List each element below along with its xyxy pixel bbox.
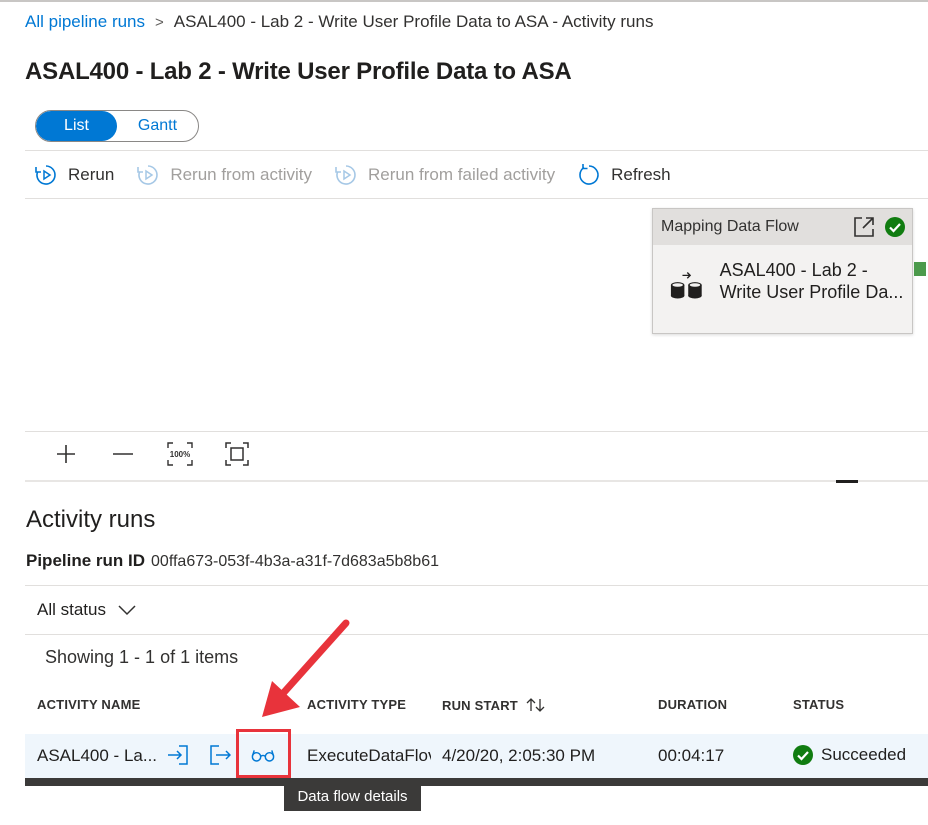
status-label: Succeeded bbox=[821, 745, 907, 764]
zoom-100-icon: 100% bbox=[167, 442, 193, 466]
horizontal-scrollbar[interactable] bbox=[25, 778, 928, 786]
refresh-icon bbox=[579, 164, 599, 185]
node-header: Mapping Data Flow bbox=[653, 209, 912, 245]
column-header-duration: DURATION bbox=[658, 697, 728, 712]
mapping-data-flow-node[interactable]: Mapping Data Flow ASAL400 - Lab 2 - Writ… bbox=[652, 208, 913, 334]
rerun-from-failed-label: Rerun from failed activity bbox=[368, 165, 556, 184]
zoom-out-button[interactable] bbox=[105, 438, 141, 470]
pipeline-run-id-value: 00ffa673-053f-4b3a-a31f-7d683a5b8b61 bbox=[151, 553, 439, 570]
node-output-connector[interactable] bbox=[914, 262, 926, 276]
rerun-button[interactable]: Rerun bbox=[34, 163, 114, 187]
rerun-label: Rerun bbox=[68, 165, 115, 184]
pipeline-canvas[interactable]: Mapping Data Flow ASAL400 - Lab 2 - Writ… bbox=[25, 200, 928, 432]
output-button[interactable] bbox=[208, 742, 232, 768]
node-name-line2: Write User Profile Da... bbox=[719, 282, 904, 302]
list-view-button[interactable]: List bbox=[36, 111, 117, 141]
run-start-cell: 4/20/20, 2:05:30 PM bbox=[442, 746, 596, 765]
data-flow-details-tooltip: Data flow details bbox=[284, 781, 421, 811]
items-count: Showing 1 - 1 of 1 items bbox=[45, 647, 239, 667]
pipeline-run-id: Pipeline run ID 00ffa673-053f-4b3a-a31f-… bbox=[26, 551, 439, 571]
refresh-label: Refresh bbox=[611, 165, 671, 184]
input-button[interactable] bbox=[166, 742, 190, 768]
breadcrumb-separator: > bbox=[155, 13, 164, 31]
column-header-activity-name: ACTIVITY NAME bbox=[37, 697, 141, 712]
output-icon bbox=[210, 745, 231, 765]
node-header-icons bbox=[852, 215, 906, 239]
sort-icon[interactable] bbox=[526, 697, 546, 713]
node-name: ASAL400 - Lab 2 - Write User Profile Da.… bbox=[720, 259, 912, 303]
view-toggle: List Gantt bbox=[35, 110, 199, 142]
panel-splitter[interactable] bbox=[25, 480, 928, 482]
input-icon bbox=[168, 745, 188, 765]
open-external-icon[interactable] bbox=[852, 215, 876, 239]
rerun-from-activity-label: Rerun from activity bbox=[170, 165, 313, 184]
column-header-status: STATUS bbox=[793, 697, 845, 712]
success-check-icon bbox=[793, 745, 813, 765]
divider bbox=[25, 431, 928, 432]
rerun-from-failed-icon bbox=[335, 165, 356, 185]
divider bbox=[25, 585, 928, 586]
rerun-from-failed-activity-button[interactable]: Rerun from failed activity bbox=[334, 163, 555, 187]
zoom-100-label: 100% bbox=[170, 450, 190, 459]
status-cell: Succeeded bbox=[792, 744, 906, 766]
breadcrumb: All pipeline runs > ASAL400 - Lab 2 - Wr… bbox=[25, 12, 653, 32]
pipeline-run-id-label: Pipeline run ID bbox=[26, 551, 146, 570]
breadcrumb-current: ASAL400 - Lab 2 - Write User Profile Dat… bbox=[173, 12, 654, 31]
zoom-100-button[interactable]: 100% bbox=[162, 438, 198, 470]
zoom-controls: 100% bbox=[48, 438, 276, 470]
run-start-header-label: RUN START bbox=[442, 697, 518, 713]
activity-runs-title: Activity runs bbox=[26, 506, 156, 533]
refresh-button[interactable]: Refresh bbox=[577, 163, 671, 187]
status-filter-label: All status bbox=[37, 600, 106, 619]
rerun-from-activity-button[interactable]: Rerun from activity bbox=[136, 163, 312, 187]
rerun-icon bbox=[35, 165, 56, 185]
node-body: ASAL400 - Lab 2 - Write User Profile Da.… bbox=[653, 245, 912, 303]
fit-to-screen-button[interactable] bbox=[219, 438, 255, 470]
zoom-in-button[interactable] bbox=[48, 438, 84, 470]
data-flow-icon bbox=[670, 272, 702, 299]
fit-screen-icon bbox=[225, 442, 249, 466]
activity-type-cell: ExecuteDataFlov bbox=[307, 746, 431, 765]
plus-icon bbox=[57, 445, 75, 463]
divider bbox=[25, 198, 928, 199]
divider bbox=[25, 634, 928, 635]
status-filter-dropdown[interactable]: All status bbox=[37, 600, 136, 620]
annotation-highlight-box bbox=[236, 729, 291, 778]
success-check-icon bbox=[885, 217, 905, 237]
annotation-arrow bbox=[262, 619, 350, 717]
chevron-down-icon bbox=[118, 605, 136, 616]
page-title: ASAL400 - Lab 2 - Write User Profile Dat… bbox=[25, 58, 572, 85]
splitter-handle[interactable] bbox=[836, 480, 858, 483]
minus-icon bbox=[113, 453, 133, 455]
top-border bbox=[0, 0, 928, 2]
node-type-label: Mapping Data Flow bbox=[661, 218, 799, 235]
activity-name-cell[interactable]: ASAL400 - La... bbox=[37, 746, 159, 766]
divider bbox=[25, 150, 928, 151]
gantt-view-button[interactable]: Gantt bbox=[117, 111, 198, 141]
breadcrumb-all-pipeline-runs[interactable]: All pipeline runs bbox=[25, 12, 145, 32]
node-name-line1: ASAL400 - Lab 2 - bbox=[719, 260, 868, 280]
column-header-run-start[interactable]: RUN START bbox=[442, 697, 546, 713]
rerun-from-activity-icon bbox=[137, 165, 159, 185]
duration-cell: 00:04:17 bbox=[658, 746, 725, 765]
toolbar: Rerun Rerun from activity Rerun from fai… bbox=[34, 160, 693, 190]
